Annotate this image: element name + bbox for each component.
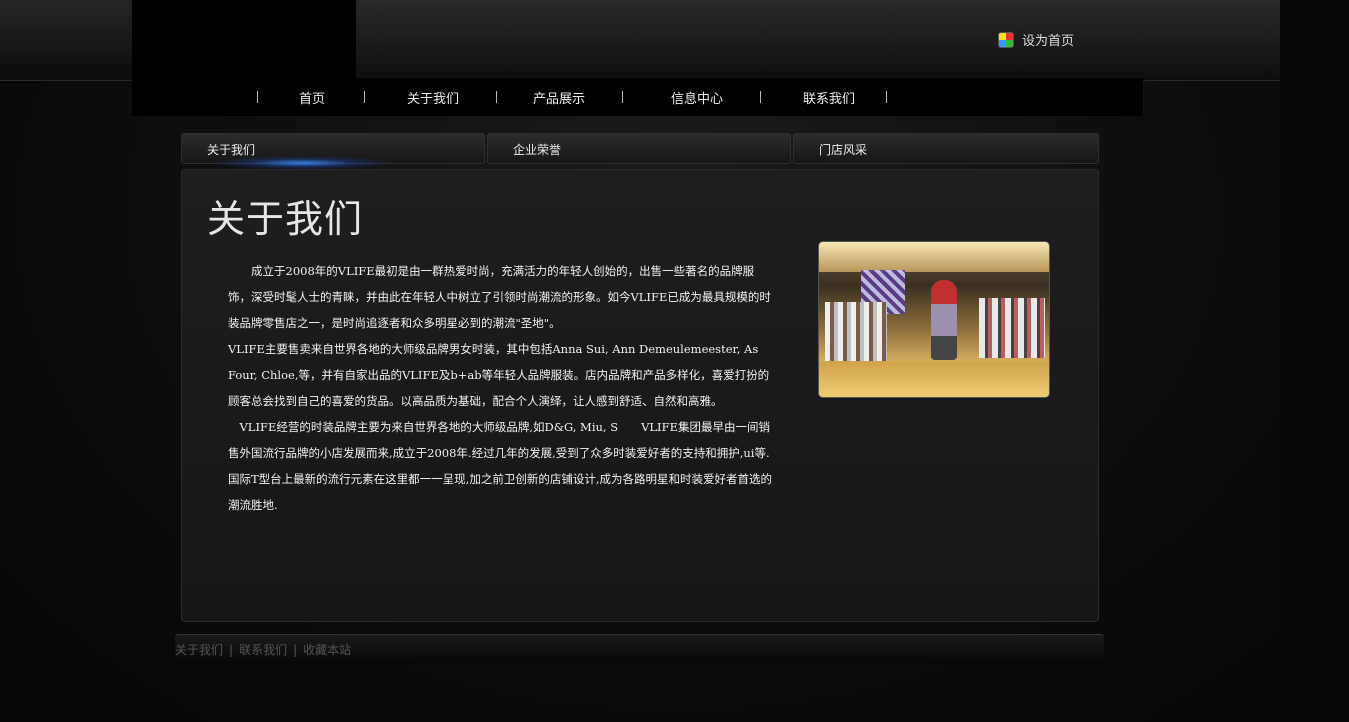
- nav-item-about[interactable]: 关于我们: [407, 88, 459, 107]
- photo-floor: [819, 361, 1049, 397]
- logo-area[interactable]: [132, 0, 356, 80]
- footer-separator: |: [293, 643, 298, 657]
- page-title: 关于我们: [207, 197, 364, 241]
- tab-honors-label: 企业荣誉: [513, 143, 562, 157]
- right-strip: [1280, 0, 1349, 722]
- photo-ceiling: [819, 242, 1049, 272]
- about-text: 成立于2008年的VLIFE最初是由一群热爱时尚，充满活力的年轻人创始的，出售一…: [228, 258, 776, 518]
- nav-separator: [760, 91, 761, 103]
- footer-link-about[interactable]: 关于我们: [175, 643, 223, 657]
- about-paragraph: VLIFE经营的时装品牌主要为来自世界各地的大师级品牌,如D&G, Miu, S…: [228, 420, 772, 512]
- tab-stores[interactable]: 门店风采: [793, 133, 1099, 164]
- tab-stores-label: 门店风采: [819, 143, 868, 157]
- store-photo: [818, 241, 1050, 398]
- nav-separator: [364, 91, 365, 103]
- nav-item-home[interactable]: 首页: [299, 88, 325, 107]
- nav-item-products[interactable]: 产品展示: [533, 88, 585, 107]
- footer-link-contact[interactable]: 联系我们: [239, 643, 287, 657]
- main-nav: 首页 关于我们 产品展示 信息中心 联系我们: [132, 78, 1143, 116]
- nav-item-news[interactable]: 信息中心: [671, 88, 723, 107]
- photo-mannequin: [931, 280, 957, 360]
- nav-separator: [886, 91, 887, 103]
- homepage-icon: [998, 31, 1014, 48]
- tab-about-label: 关于我们: [207, 143, 256, 157]
- photo-clothing-rack: [979, 298, 1045, 358]
- footer-separator: |: [229, 643, 234, 657]
- about-paragraph: 成立于2008年的VLIFE最初是由一群热爱时尚，充满活力的年轻人创始的，出售一…: [228, 264, 771, 330]
- about-paragraph: VLIFE主要售卖来自世界各地的大师级品牌男女时装，其中包括Anna Sui, …: [228, 342, 770, 408]
- set-homepage-link[interactable]: 设为首页: [998, 30, 1074, 49]
- photo-clothing-rack: [825, 302, 887, 362]
- nav-separator: [622, 91, 623, 103]
- nav-item-contact[interactable]: 联系我们: [803, 88, 855, 107]
- footer-links: 关于我们 | 联系我们 | 收藏本站: [175, 641, 351, 658]
- tab-about[interactable]: 关于我们: [181, 133, 485, 170]
- nav-separator: [496, 91, 497, 103]
- set-homepage-label: 设为首页: [1022, 34, 1075, 49]
- tab-honors[interactable]: 企业荣誉: [487, 133, 791, 164]
- footer-link-bookmark[interactable]: 收藏本站: [303, 643, 351, 657]
- nav-separator: [257, 91, 258, 103]
